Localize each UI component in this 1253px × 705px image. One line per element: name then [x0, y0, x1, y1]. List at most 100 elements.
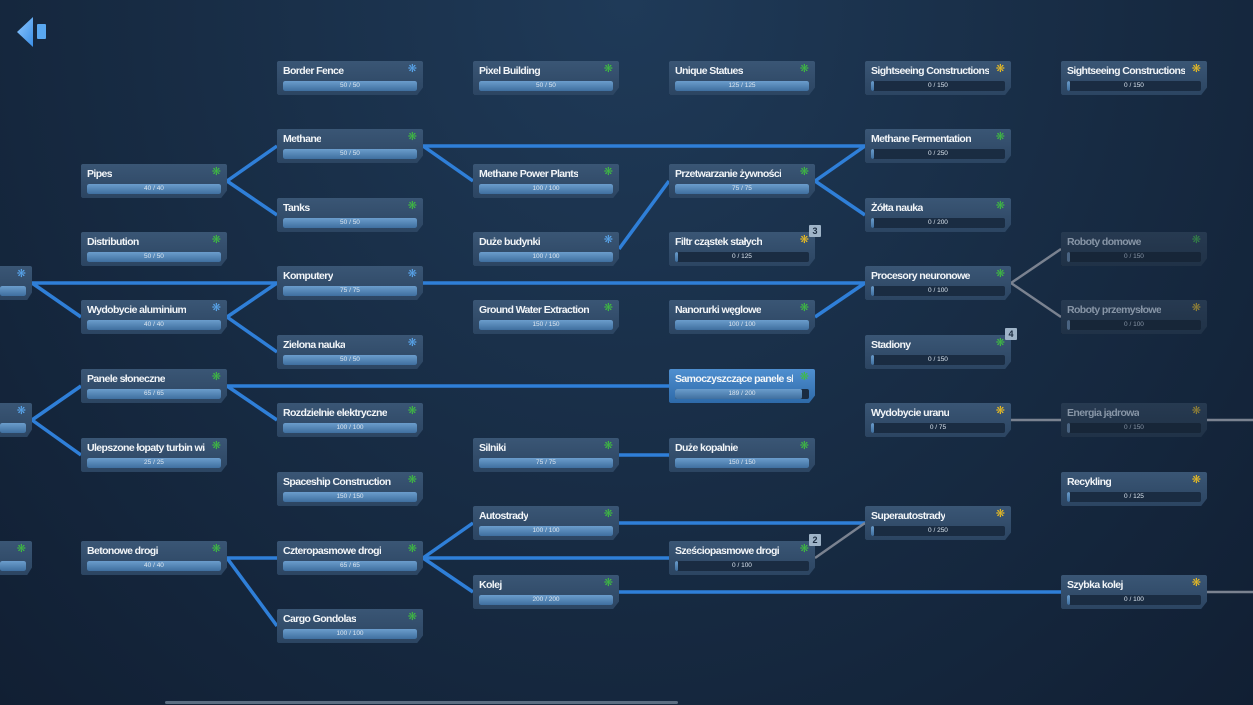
progress-value: 100 / 100: [532, 185, 560, 192]
progress-value: 100 / 100: [336, 630, 364, 637]
tech-node-nanorurki[interactable]: Nanorurki węglowe ❋ 100 / 100: [669, 300, 815, 334]
progress-bar: 50 / 50: [283, 149, 417, 159]
tech-node-recykling[interactable]: Recykling ❋ 0 / 125: [1061, 472, 1207, 506]
tech-name: Wydobycie uranu: [871, 407, 950, 419]
progress-value: 75 / 75: [536, 459, 556, 466]
tech-node-energia[interactable]: Energia jądrowa ❋ 0 / 150: [1061, 403, 1207, 437]
progress-bar: 150 / 150: [479, 320, 613, 330]
tech-name: Pipes: [87, 168, 113, 180]
tech-node-statues[interactable]: Unique Statues ❋ 125 / 125: [669, 61, 815, 95]
tech-node-duze-budynki[interactable]: Duże budynki ❋ 100 / 100: [473, 232, 619, 266]
tech-name: Sześciopasmowe drogi: [675, 545, 780, 557]
tech-name: Superautostrady: [871, 510, 946, 522]
progress-bar: 0 / 150: [1067, 81, 1201, 91]
progress-bar: 40 / 40: [87, 184, 221, 194]
tech-node-pipes[interactable]: Pipes ❋ 40 / 40: [81, 164, 227, 198]
tech-node-szybka-kolej[interactable]: Szybka kolej ❋ 0 / 100: [1061, 575, 1207, 609]
blue-science-icon: ❋: [16, 268, 26, 280]
tech-link-przetwarzanie-fermentation: [813, 144, 867, 183]
green-science-icon: ❋: [211, 543, 221, 555]
tech-node-zolta[interactable]: Żółta nauka ❋ 0 / 200: [865, 198, 1011, 232]
tech-node-spaceship[interactable]: Spaceship Construction ❋ 150 / 150: [277, 472, 423, 506]
yellow-science-icon: ❋: [1191, 63, 1201, 75]
tech-node-przetwarzanie[interactable]: Przetwarzanie żywności ❋ 75 / 75: [669, 164, 815, 198]
tech-name: Recykling: [1067, 476, 1112, 488]
progress-bar: 0 / 150: [871, 81, 1005, 91]
tech-node-roboty-domowe[interactable]: Roboty domowe ❋ 0 / 150: [1061, 232, 1207, 266]
tech-node-uran[interactable]: Wydobycie uranu ❋ 0 / 75: [865, 403, 1011, 437]
blue-science-icon: ❋: [603, 234, 613, 246]
tech-link-czteropasmowe-kolej: [422, 556, 474, 594]
tech-node-sightseeing-a[interactable]: Sightseeing Constructions A ❋ 0 / 150: [865, 61, 1011, 95]
tech-node-kopalnie[interactable]: Duże kopalnie ❋ 150 / 150: [669, 438, 815, 472]
tech-node-rozdzielnie[interactable]: Rozdzielnie elektryczne ❋ 100 / 100: [277, 403, 423, 437]
progress-bar: [0, 561, 26, 571]
tech-name: Betonowe drogi: [87, 545, 158, 557]
green-science-icon: ❋: [603, 63, 613, 75]
tech-link-przetwarzanie-zolta: [814, 179, 866, 217]
progress-value: 0 / 250: [928, 150, 948, 157]
tech-node-border-fence[interactable]: Border Fence ❋ 50 / 50: [277, 61, 423, 95]
tech-node-cargo[interactable]: Cargo Gondolas ❋ 100 / 100: [277, 609, 423, 643]
tech-name: Sightseeing Constructions B: [1067, 65, 1185, 77]
tech-node-komputery[interactable]: Komputery ❋ 75 / 75: [277, 266, 423, 300]
tech-node-pixel[interactable]: Pixel Building ❋ 50 / 50: [473, 61, 619, 95]
progress-bar: 100 / 100: [675, 320, 809, 330]
green-science-icon: ❋: [407, 543, 417, 555]
progress-value: 40 / 40: [144, 321, 164, 328]
tech-node-fermentation[interactable]: Methane Fermentation ❋ 0 / 250: [865, 129, 1011, 163]
tech-node-methane[interactable]: Methane ❋ 50 / 50: [277, 129, 423, 163]
back-arrow-icon: [17, 17, 46, 47]
back-button[interactable]: [15, 16, 49, 48]
tech-node-kolej[interactable]: Kolej ❋ 200 / 200: [473, 575, 619, 609]
tech-node-aluminium[interactable]: Wydobycie aluminium ❋ 40 / 40: [81, 300, 227, 334]
tech-node-roboty-przem[interactable]: Roboty przemysłowe ❋ 0 / 100: [1061, 300, 1207, 334]
tech-node-filtr[interactable]: Filtr cząstek stałych ❋ 0 / 125: [669, 232, 815, 266]
tech-node-tanks[interactable]: Tanks ❋ 50 / 50: [277, 198, 423, 232]
tech-name: Methane Power Plants: [479, 168, 579, 180]
progress-bar: 50 / 50: [479, 81, 613, 91]
progress-bar: 75 / 75: [283, 286, 417, 296]
horizontal-scrollbar[interactable]: [165, 701, 678, 704]
green-science-icon: ❋: [211, 440, 221, 452]
progress-bar: 0 / 125: [1067, 492, 1201, 502]
tech-node-czteropasmowe[interactable]: Czteropasmowe drogi ❋ 65 / 65: [277, 541, 423, 575]
progress-value: 100 / 100: [532, 253, 560, 260]
tech-node-szesciopasmowe[interactable]: Sześciopasmowe drogi ❋ 0 / 100: [669, 541, 815, 575]
blue-science-icon: ❋: [407, 337, 417, 349]
progress-bar: 40 / 40: [87, 561, 221, 571]
progress-bar: 189 / 200: [675, 389, 809, 399]
tech-node-procesory[interactable]: Procesory neuronowe ❋ 0 / 100: [865, 266, 1011, 300]
tier-badge: 3: [809, 225, 821, 237]
tech-name: Wydobycie aluminium: [87, 304, 187, 316]
progress-bar: 200 / 200: [479, 595, 613, 605]
tech-node-off-a[interactable]: ❋: [0, 266, 32, 300]
tech-node-autostrady[interactable]: Autostrady ❋ 100 / 100: [473, 506, 619, 540]
tech-node-methane-pp[interactable]: Methane Power Plants ❋ 100 / 100: [473, 164, 619, 198]
tier-badge: 2: [809, 534, 821, 546]
progress-value: 0 / 100: [928, 287, 948, 294]
progress-value: 100 / 100: [728, 321, 756, 328]
tech-link-betonowe-cargo: [225, 556, 279, 628]
tech-node-panele[interactable]: Panele słoneczne ❋ 65 / 65: [81, 369, 227, 403]
tech-link-aluminium-komputery: [226, 281, 278, 319]
tech-node-off-c[interactable]: ❋: [0, 541, 32, 575]
tech-node-silniki[interactable]: Silniki ❋ 75 / 75: [473, 438, 619, 472]
tech-node-betonowe[interactable]: Betonowe drogi ❋ 40 / 40: [81, 541, 227, 575]
tech-node-distribution[interactable]: Distribution ❋ 50 / 50: [81, 232, 227, 266]
tech-node-off-b[interactable]: ❋: [0, 403, 32, 437]
progress-bar: 100 / 100: [479, 526, 613, 536]
tech-node-sightseeing-b[interactable]: Sightseeing Constructions B ❋ 0 / 150: [1061, 61, 1207, 95]
tech-node-lopaty[interactable]: Ulepszone łopaty turbin wiatrowych ❋ 25 / …: [81, 438, 227, 472]
green-science-icon: ❋: [995, 337, 1005, 349]
tech-node-zielona[interactable]: Zielona nauka ❋ 50 / 50: [277, 335, 423, 369]
progress-bar: 100 / 100: [479, 184, 613, 194]
progress-value: 0 / 200: [928, 219, 948, 226]
tech-link-pipes-methane: [225, 144, 279, 183]
tech-node-stadiony[interactable]: Stadiony ❋ 0 / 150: [865, 335, 1011, 369]
progress-bar: 0 / 250: [871, 526, 1005, 536]
tech-node-groundwater[interactable]: Ground Water Extraction ❋ 150 / 150: [473, 300, 619, 334]
tech-name: Czteropasmowe drogi: [283, 545, 382, 557]
tech-node-superautostrady[interactable]: Superautostrady ❋ 0 / 250: [865, 506, 1011, 540]
tech-node-samoczyszczace[interactable]: Samoczyszczące panele słoneczne ❋ 189 / 20…: [669, 369, 815, 403]
